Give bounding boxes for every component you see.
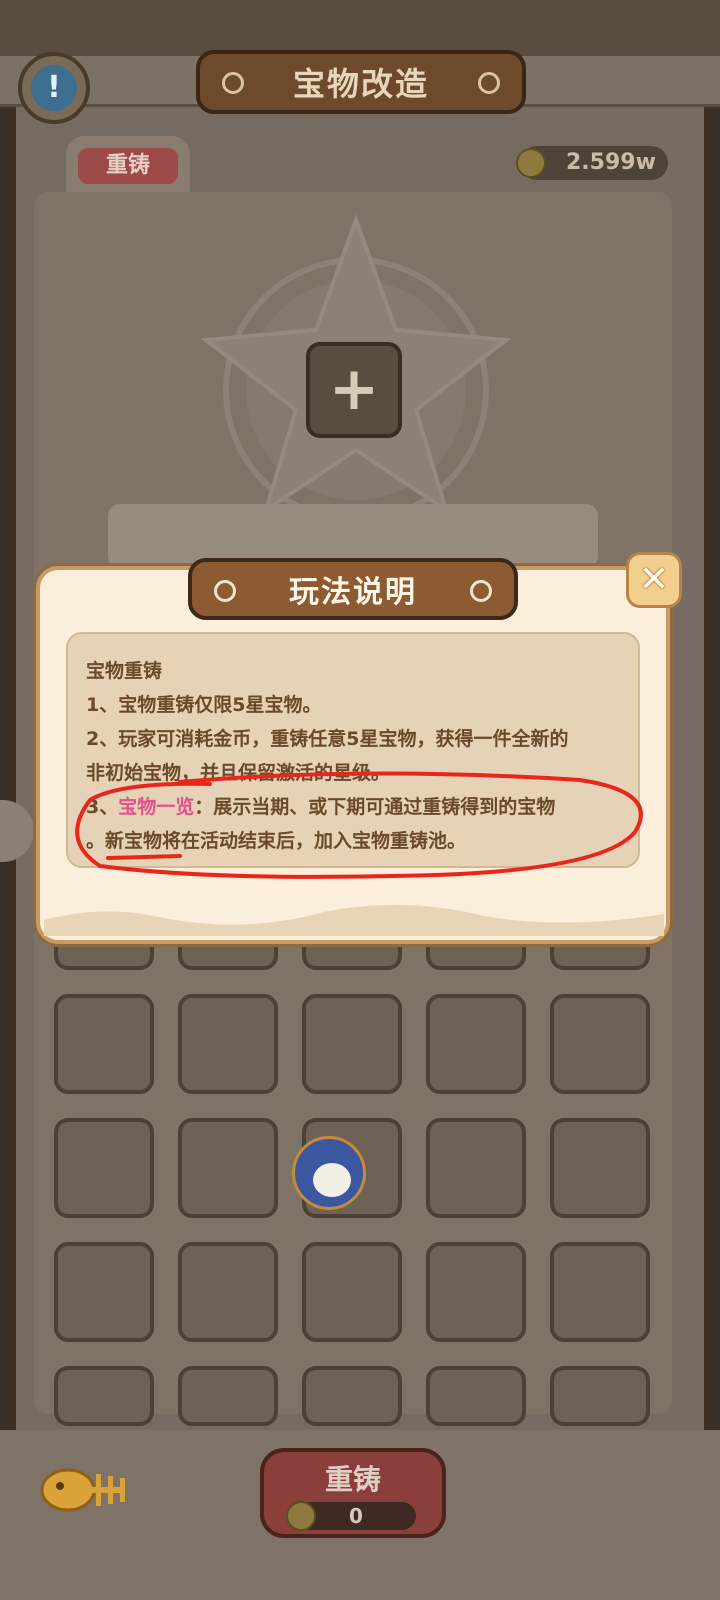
rules-heading: 宝物重铸 — [86, 660, 163, 682]
grid-cell[interactable] — [302, 1366, 402, 1426]
recast-button-label: 重铸 — [324, 1463, 381, 1496]
recast-cost: 0 — [286, 1501, 416, 1531]
grid-cell[interactable] — [54, 1366, 154, 1426]
grid-cell[interactable] — [54, 1118, 154, 1218]
modal-title: 玩法说明 — [289, 575, 417, 610]
fish-bone-icon[interactable] — [40, 1460, 132, 1522]
modal-title-plate: 玩法说明 — [188, 558, 518, 620]
recast-cost-value: 0 — [349, 1504, 363, 1528]
grid-cell[interactable] — [550, 994, 650, 1094]
grid-cell[interactable] — [54, 1242, 154, 1342]
grid-cell[interactable] — [426, 994, 526, 1094]
grid-cell[interactable] — [302, 994, 402, 1094]
character-face-icon — [313, 1163, 351, 1197]
scenery-decor — [44, 904, 664, 936]
grid-cell[interactable] — [302, 1242, 402, 1342]
rule-line-3: 3、宝物一览：展示当期、或下期可通过重铸得到的宝物 — [86, 792, 555, 819]
grid-cell[interactable] — [178, 1242, 278, 1342]
grid-cell[interactable] — [426, 1242, 526, 1342]
rule-line-3-rest: ：展示当期、或下期可通过重铸得到的宝物 — [194, 796, 556, 818]
grid-cell[interactable] — [178, 1118, 278, 1218]
rule-line-2a: 2、玩家可消耗金币，重铸任意5星宝物，获得一件全新的 — [86, 728, 569, 750]
rule-line-3b: 。新宝物将在活动结束后，加入宝物重铸池。 — [86, 830, 467, 852]
grid-cell[interactable] — [54, 994, 154, 1094]
character-avatar[interactable] — [292, 1136, 366, 1210]
grid-cell[interactable] — [178, 1366, 278, 1426]
treasure-overview-link[interactable]: 宝物一览 — [118, 796, 194, 818]
close-button[interactable]: ✕ — [626, 552, 682, 608]
gold-coin-icon — [286, 1501, 316, 1531]
rule-line-2b: 非初始宝物，并且保留激活的星级。 — [86, 762, 391, 784]
grid-cell[interactable] — [426, 1118, 526, 1218]
rule-line-1: 1、宝物重铸仅限5星宝物。 — [86, 694, 322, 716]
recast-button[interactable]: 重铸 0 — [260, 1448, 446, 1538]
rule-line-3-prefix: 3、 — [86, 796, 119, 818]
grid-cell[interactable] — [550, 1242, 650, 1342]
grid-cell[interactable] — [178, 994, 278, 1094]
grid-cell[interactable] — [550, 1366, 650, 1426]
swirl-ornament-icon — [470, 580, 492, 602]
swirl-ornament-icon — [214, 580, 236, 602]
grid-cell[interactable] — [550, 1118, 650, 1218]
grid-cell[interactable] — [426, 1366, 526, 1426]
close-icon: ✕ — [638, 559, 670, 600]
